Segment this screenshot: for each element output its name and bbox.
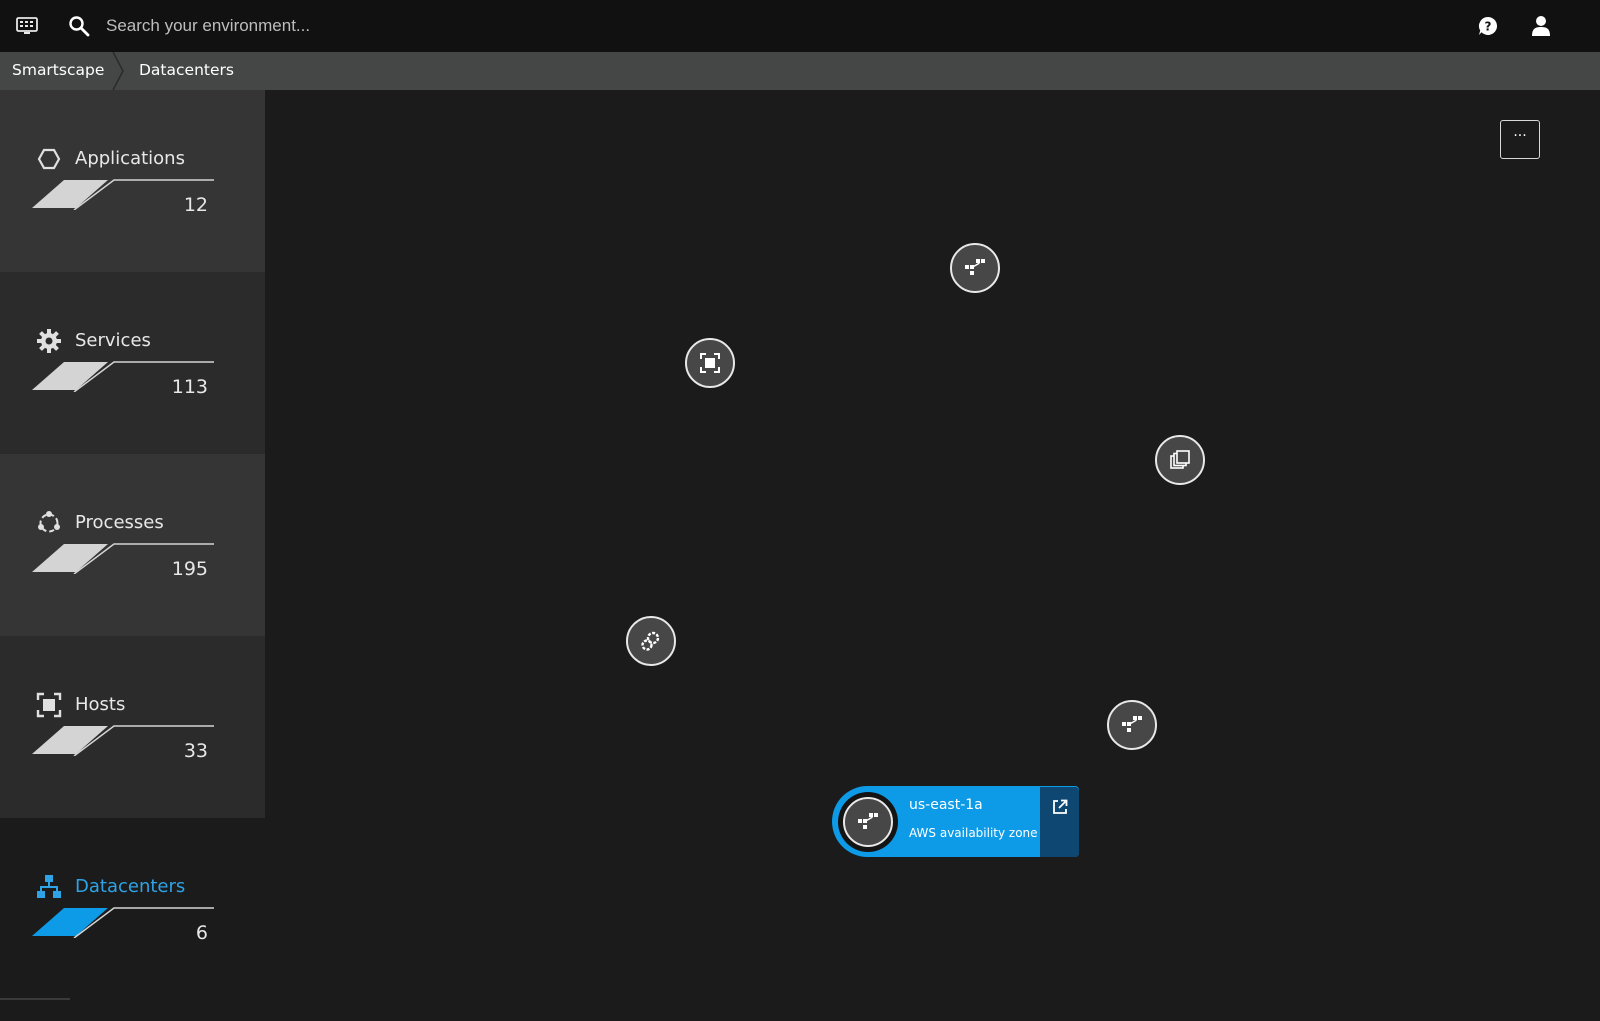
- search-input[interactable]: [106, 12, 706, 40]
- svg-text:?: ?: [1485, 20, 1492, 34]
- hexagon-icon: [37, 148, 61, 170]
- gear-icon: [37, 329, 61, 353]
- app-menu-icon[interactable]: [15, 14, 39, 38]
- search-icon: [67, 14, 91, 38]
- sidebar-item-count: 12: [183, 194, 208, 216]
- host-icon: [36, 692, 62, 718]
- sidebar-item-label: Applications: [75, 148, 185, 169]
- scrollbar-indicator: [0, 998, 70, 1000]
- datacenter-node[interactable]: [1107, 700, 1157, 750]
- sidebar-item-applications[interactable]: Applications 12: [0, 90, 265, 272]
- sidebar-item-count: 113: [171, 376, 208, 398]
- sidebar-item-label: Services: [75, 330, 151, 351]
- process-ring-icon: [38, 511, 60, 533]
- sidebar-item-count: 195: [171, 558, 208, 580]
- help-icon[interactable]: ?: [1476, 14, 1500, 38]
- sidebar-item-services[interactable]: Services 113: [0, 272, 265, 454]
- selected-node[interactable]: [838, 792, 898, 852]
- open-entity-button[interactable]: [1040, 787, 1079, 857]
- layers-icon: [1170, 450, 1190, 469]
- sidebar-item-count: 33: [183, 740, 208, 762]
- sidebar-item-processes[interactable]: Processes 195: [0, 454, 265, 636]
- sidebar-item-label: Hosts: [75, 694, 126, 715]
- top-bar: ?: [0, 0, 1600, 52]
- selected-node-title: us-east-1a: [909, 797, 983, 813]
- breadcrumb-separator-icon: [112, 52, 124, 90]
- breadcrumb-smartscape[interactable]: Smartscape: [12, 52, 104, 90]
- host-icon: [700, 353, 720, 373]
- selected-node-subtitle: AWS availability zone: [909, 826, 1038, 840]
- external-link-icon: [1052, 799, 1067, 814]
- smartscape-sidebar: Applications 12 Services 113 Processes 1…: [0, 90, 265, 1021]
- sidebar-item-count: 6: [195, 922, 208, 944]
- tile-bar-graphic: [32, 907, 214, 938]
- datacenter-node[interactable]: [950, 243, 1000, 293]
- breadcrumb: Smartscape Datacenters: [0, 52, 1600, 90]
- layers-node[interactable]: [1155, 435, 1205, 485]
- datacenter-icon: [858, 813, 878, 829]
- process-group-node[interactable]: [626, 616, 676, 666]
- sidebar-item-datacenters[interactable]: Datacenters 6: [0, 818, 265, 1000]
- user-icon[interactable]: [1529, 14, 1553, 38]
- datacenter-icon: [965, 259, 985, 275]
- smartscape-canvas[interactable]: [265, 90, 1600, 1021]
- sidebar-item-hosts[interactable]: Hosts 33: [0, 636, 265, 818]
- host-node[interactable]: [685, 338, 735, 388]
- datacenter-icon: [1122, 716, 1142, 732]
- sidebar-item-label: Processes: [75, 512, 164, 533]
- more-options-button[interactable]: ···: [1500, 120, 1540, 159]
- network-icon: [37, 875, 61, 898]
- breadcrumb-datacenters: Datacenters: [139, 61, 234, 79]
- selected-node-circle: [843, 797, 893, 847]
- sidebar-item-label: Datacenters: [75, 876, 186, 897]
- process-group-icon: [641, 631, 660, 651]
